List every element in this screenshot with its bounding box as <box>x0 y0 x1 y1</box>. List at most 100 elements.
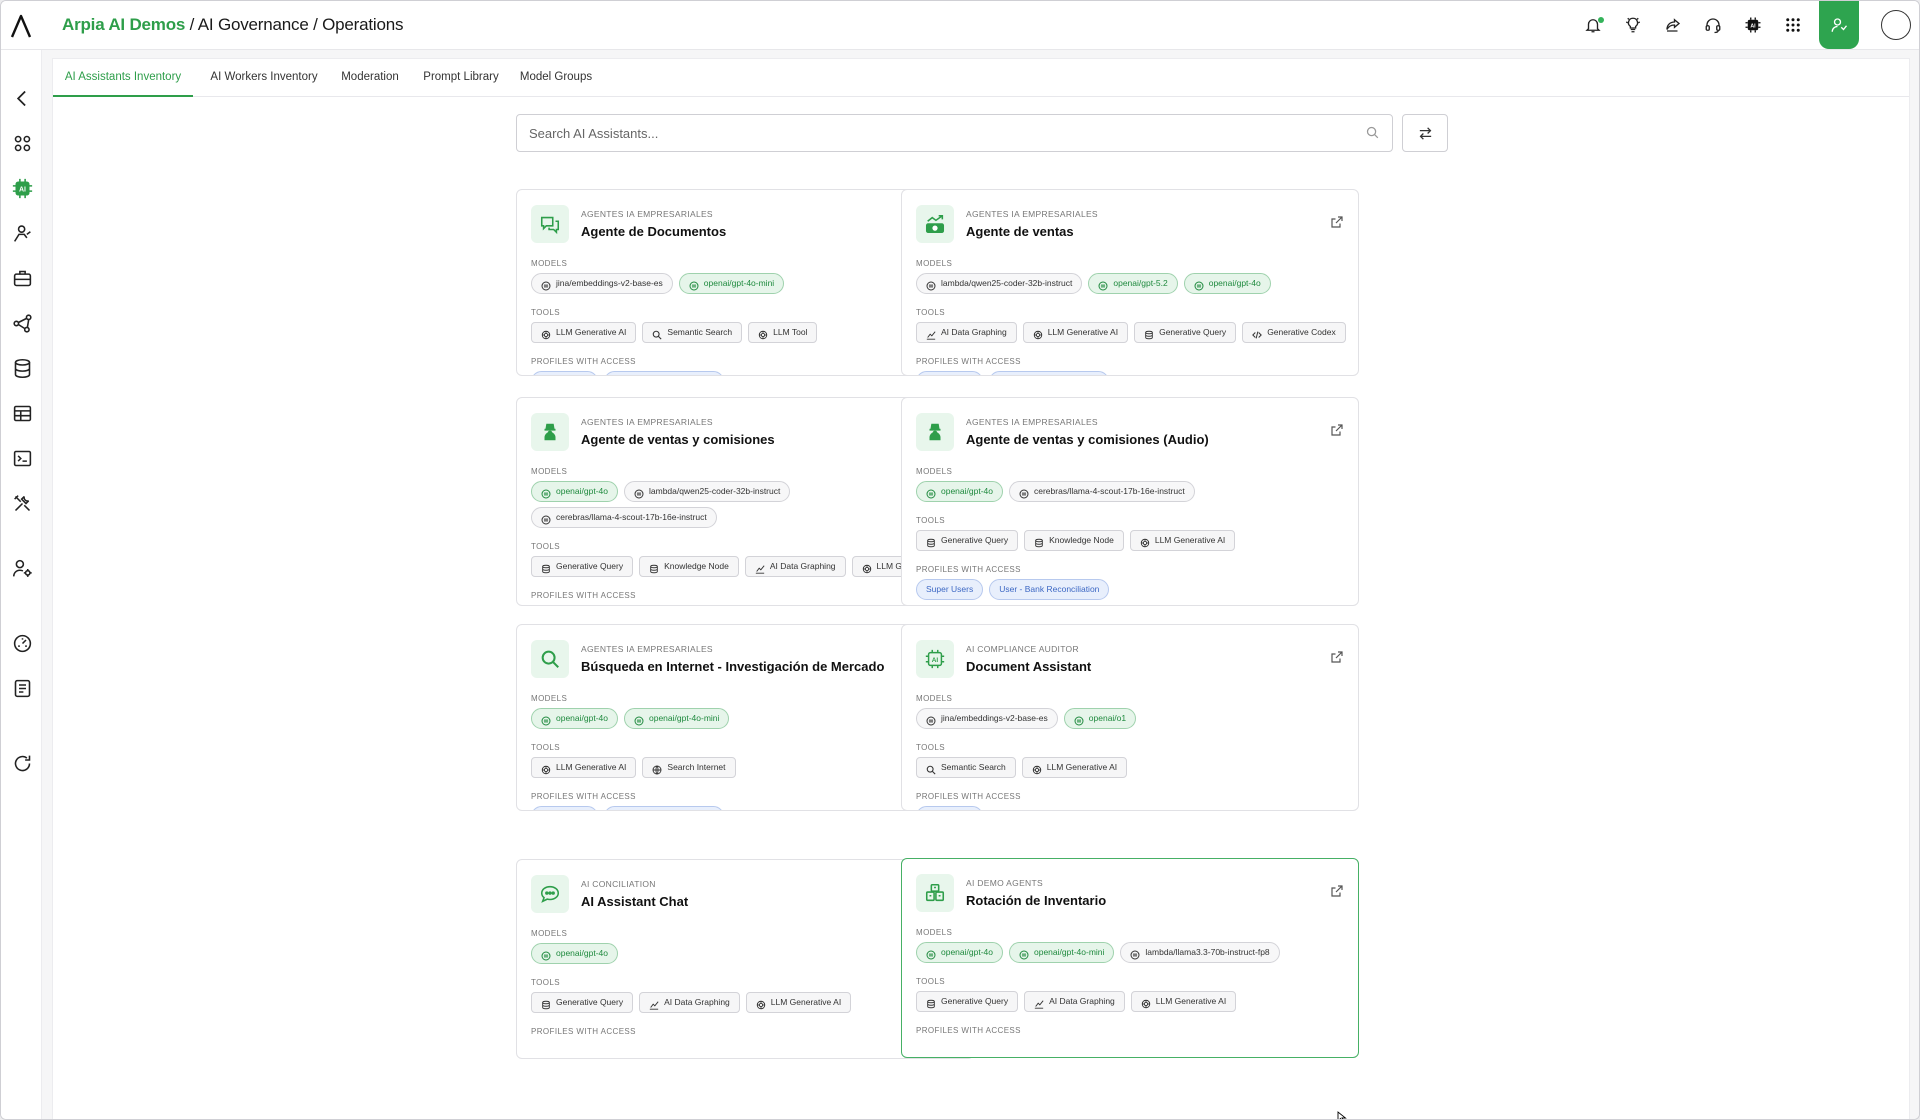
tool-chip[interactable]: Generative Query <box>916 991 1019 1012</box>
card-title[interactable]: AI Assistant Chat <box>581 894 688 909</box>
tool-chip[interactable]: Search Internet <box>642 757 736 778</box>
back-button[interactable] <box>9 85 35 111</box>
model-chip[interactable]: cerebras/llama-4-scout-17b-16e-instruct <box>1009 481 1195 502</box>
search-icon[interactable] <box>1365 125 1380 140</box>
tool-chip[interactable]: Generative Query <box>531 992 634 1013</box>
model-chip[interactable]: openai/gpt-4o <box>1183 273 1271 294</box>
notifications-button[interactable] <box>1573 1 1613 49</box>
profile-chip[interactable]: Super Users <box>531 371 599 375</box>
sidebar-item-tables[interactable] <box>9 400 35 426</box>
breadcrumb-org[interactable]: Arpia AI Demos <box>62 15 185 34</box>
sidebar-item-pipelines[interactable] <box>9 310 35 336</box>
sidebar-item-user-settings[interactable] <box>9 555 35 581</box>
card-title[interactable]: Document Assistant <box>966 659 1091 674</box>
profile-chip[interactable]: User - Bank Reconciliation <box>604 605 724 606</box>
apps-button[interactable] <box>1773 1 1813 49</box>
arpia-logo-icon[interactable] <box>9 13 33 39</box>
tab-moderation[interactable]: Moderation <box>335 59 405 97</box>
ai-chip-button[interactable]: AI <box>1733 1 1773 49</box>
tool-chip[interactable]: LLM Generative AI <box>1021 757 1128 778</box>
assistant-card-document-assistant[interactable]: AI AI COMPLIANCE AUDITOR Document Assist… <box>901 624 1359 811</box>
model-chip[interactable]: openai/gpt-4o-mini <box>624 708 730 729</box>
profile-chip[interactable]: Super Users <box>531 806 599 810</box>
assistant-card-agente-de-ventas-y-comisiones-audio[interactable]: AGENTES IA EMPRESARIALES Agente de venta… <box>901 397 1359 606</box>
profile-chip[interactable]: Super Users <box>916 806 984 810</box>
model-chip[interactable]: jina/embeddings-v2-base-es <box>531 273 673 294</box>
tool-chip[interactable]: Knowledge Node <box>1024 530 1124 551</box>
model-chip[interactable]: lambda/qwen25-coder-32b-instruct <box>624 481 791 502</box>
model-chip[interactable]: lambda/qwen25-coder-32b-instruct <box>916 273 1083 294</box>
card-title[interactable]: Agente de ventas y comisiones <box>581 432 775 447</box>
external-link-icon[interactable] <box>1330 215 1344 229</box>
tool-chip[interactable]: LLM Generative AI <box>531 322 637 343</box>
sidebar-item-data[interactable] <box>9 355 35 381</box>
sidebar-item-ai[interactable]: AI <box>9 175 35 201</box>
profile-chip[interactable]: Super Users <box>916 371 984 375</box>
toggle-view-button[interactable] <box>1402 114 1448 152</box>
sidebar-item-refresh[interactable] <box>9 750 35 776</box>
tool-chip[interactable]: Semantic Search <box>916 757 1016 778</box>
model-chip[interactable]: openai/gpt-5.2 <box>1088 273 1178 294</box>
card-title[interactable]: Agente de ventas y comisiones (Audio) <box>966 432 1209 447</box>
sidebar-item-docs[interactable] <box>9 675 35 701</box>
tool-chip[interactable]: Generative Query <box>1134 322 1237 343</box>
tool-chip[interactable]: LLM Generative AI <box>531 757 637 778</box>
profile-chip[interactable]: Super Users <box>916 579 984 600</box>
ideas-button[interactable] <box>1613 1 1653 49</box>
tool-chip[interactable]: Generative Codex <box>1242 322 1346 343</box>
sidebar-item-dashboard[interactable] <box>9 130 35 156</box>
profile-chip[interactable]: User - Bank Reconciliation <box>604 806 725 810</box>
sidebar-item-tools[interactable] <box>9 490 35 516</box>
sidebar-item-monitor[interactable] <box>9 630 35 656</box>
external-link-icon[interactable] <box>1330 884 1344 898</box>
tool-chip[interactable]: LLM Tool <box>748 322 818 343</box>
avatar[interactable] <box>1881 10 1911 40</box>
model-chip[interactable]: openai/gpt-4o <box>531 708 618 729</box>
tool-chip[interactable]: LLM Generative AI <box>745 992 852 1013</box>
model-chip[interactable]: jina/embeddings-v2-base-es <box>916 708 1058 729</box>
model-chip[interactable]: openai/gpt-4o <box>916 942 1003 963</box>
card-title[interactable]: Agente de Documentos <box>581 224 726 239</box>
search-input[interactable] <box>517 115 1317 151</box>
tab-ai-workers-inventory[interactable]: AI Workers Inventory <box>203 59 325 97</box>
card-title[interactable]: Búsqueda en Internet - Investigación de … <box>581 659 884 674</box>
tool-chip[interactable]: Generative Query <box>916 530 1019 551</box>
tool-chip[interactable]: LLM Generative AI <box>1130 991 1237 1012</box>
model-chip[interactable]: lambda/llama3.3-70b-instruct-fp8 <box>1120 942 1280 963</box>
profile-chip[interactable]: User - Bank Reconciliation <box>989 579 1110 600</box>
tool-chip[interactable]: LLM Generative AI <box>1022 322 1129 343</box>
card-title[interactable]: Agente de ventas <box>966 224 1074 239</box>
tool-chip[interactable]: AI Data Graphing <box>639 992 740 1013</box>
model-chip[interactable]: openai/gpt-4o <box>916 481 1003 502</box>
model-chip[interactable]: openai/gpt-4o <box>531 943 618 964</box>
user-agent-button[interactable] <box>1819 1 1859 49</box>
profile-chip[interactable]: Super Users <box>531 605 598 606</box>
tool-chip[interactable]: Generative Query <box>531 556 634 577</box>
tool-chip[interactable]: Semantic Search <box>642 322 743 343</box>
model-chip[interactable]: openai/o1 <box>1063 708 1137 729</box>
support-button[interactable] <box>1693 1 1733 49</box>
tool-chip[interactable]: AI Data Graphing <box>744 556 846 577</box>
model-chip[interactable]: openai/gpt-4o-mini <box>678 273 785 294</box>
model-chip[interactable]: openai/gpt-4o <box>531 481 618 502</box>
tab-ai-assistants-inventory[interactable]: AI Assistants Inventory <box>53 59 193 97</box>
external-link-icon[interactable] <box>1330 650 1344 664</box>
profile-chip[interactable]: User - Bank Reconciliation <box>989 371 1110 375</box>
share-button[interactable] <box>1653 1 1693 49</box>
assistant-card-rotaci-n-de-inventario[interactable]: AI DEMO AGENTS Rotación de Inventario MO… <box>901 858 1359 1058</box>
external-link-icon[interactable] <box>1330 423 1344 437</box>
tab-prompt-library[interactable]: Prompt Library <box>417 59 505 97</box>
sidebar-item-toolkit[interactable] <box>9 265 35 291</box>
tool-chip[interactable]: LLM Generative AI <box>1129 530 1236 551</box>
assistant-card-agente-de-ventas[interactable]: AGENTES IA EMPRESARIALES Agente de venta… <box>901 189 1359 376</box>
tool-chip[interactable]: AI Data Graphing <box>1024 991 1125 1012</box>
tab-model-groups[interactable]: Model Groups <box>515 59 597 97</box>
profile-chip[interactable]: User - Bank Reconciliation <box>604 371 725 375</box>
model-chip[interactable]: cerebras/llama-4-scout-17b-16e-instruct <box>531 507 717 528</box>
sidebar-item-terminal[interactable] <box>9 445 35 471</box>
tool-chip[interactable]: AI Data Graphing <box>916 322 1017 343</box>
model-chip[interactable]: openai/gpt-4o-mini <box>1009 942 1115 963</box>
card-title[interactable]: Rotación de Inventario <box>966 893 1106 908</box>
sidebar-item-workers[interactable] <box>9 220 35 246</box>
tool-chip[interactable]: Knowledge Node <box>639 556 739 577</box>
